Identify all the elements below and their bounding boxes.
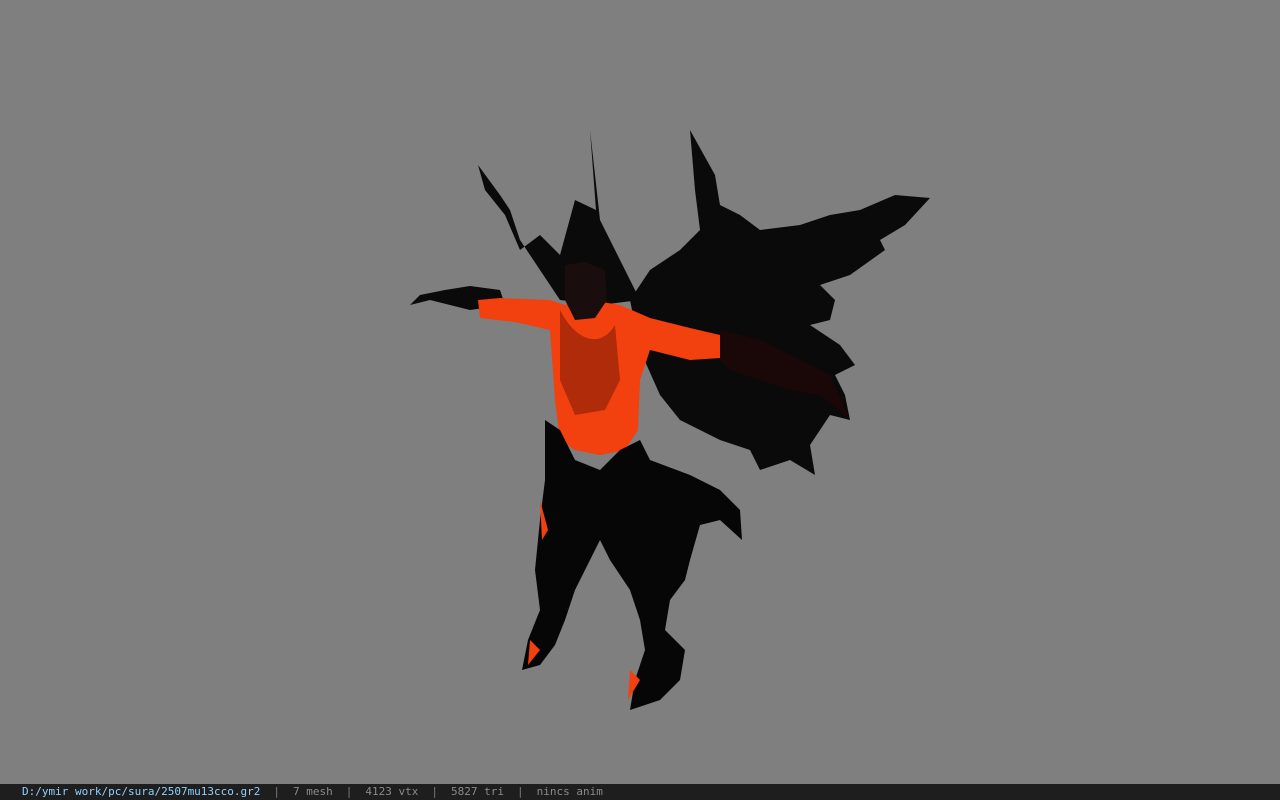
- status-bar: D:/ymir work/pc/sura/2507mu13cco.gr2 | 7 m…: [0, 784, 1280, 800]
- separator: |: [273, 785, 281, 798]
- mesh-count: 7 mesh: [293, 785, 333, 798]
- file-path-label: D:/ymir work/pc/sura/2507mu13cco.gr2: [22, 785, 261, 798]
- character-model: [410, 130, 930, 710]
- separator: |: [345, 785, 353, 798]
- triangle-count: 5827 tri: [451, 785, 505, 798]
- vertex-count: 4123 vtx: [365, 785, 419, 798]
- wing-right: [630, 130, 930, 475]
- 3d-viewport[interactable]: [0, 0, 1280, 784]
- separator: |: [517, 785, 524, 798]
- separator: |: [431, 785, 439, 798]
- animation-status: nincs anim: [536, 785, 603, 798]
